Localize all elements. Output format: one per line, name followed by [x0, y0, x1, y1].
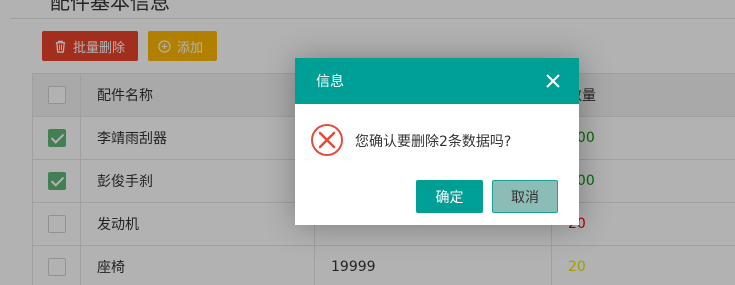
confirm-dialog: 信息 您确认要删除2条数据吗? 确定 取消	[295, 58, 579, 225]
dialog-message: 您确认要删除2条数据吗?	[355, 134, 512, 150]
dialog-actions: 确定 取消	[416, 180, 558, 213]
dialog-title: 信息	[316, 74, 344, 90]
confirm-button[interactable]: 确定	[416, 180, 483, 213]
error-x-icon	[311, 124, 343, 156]
dialog-body: 您确认要删除2条数据吗?	[295, 104, 579, 177]
close-icon[interactable]	[545, 73, 561, 89]
cancel-button[interactable]: 取消	[492, 180, 558, 213]
dialog-header: 信息	[295, 58, 579, 104]
